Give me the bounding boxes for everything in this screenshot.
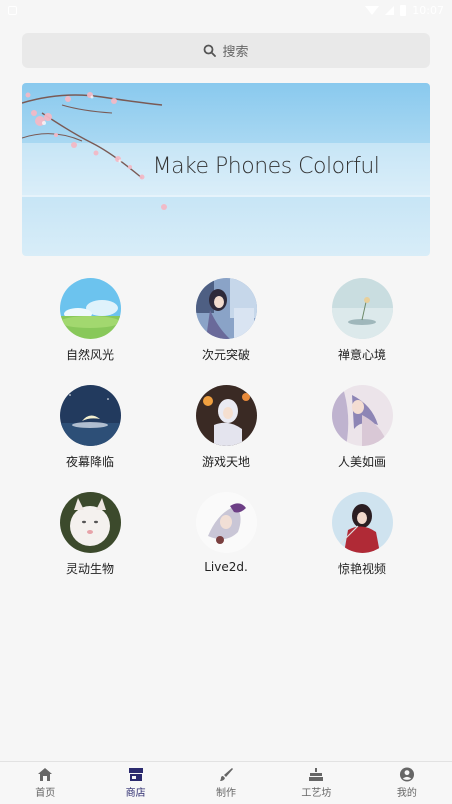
category-label: 灵动生物 xyxy=(65,562,114,576)
category-label: 次元突破 xyxy=(201,348,250,362)
nature-thumbnail xyxy=(59,278,121,339)
search-bar[interactable]: 搜索 xyxy=(22,33,430,68)
category-night[interactable]: 夜幕降临 xyxy=(22,385,158,472)
tab-workshop-label: 工艺坊 xyxy=(301,788,332,799)
category-game[interactable]: 游戏天地 xyxy=(158,385,294,472)
cake-icon xyxy=(308,767,324,782)
category-label: Live2d. xyxy=(204,560,248,574)
game-thumbnail xyxy=(195,385,257,446)
anime-thumbnail xyxy=(195,278,257,339)
tab-create-label: 制作 xyxy=(216,788,237,799)
night-thumbnail xyxy=(59,385,121,446)
category-video[interactable]: 惊艳视频 xyxy=(294,492,430,579)
status-time: 10:07 xyxy=(412,3,444,17)
category-nature[interactable]: 自然风光 xyxy=(22,278,158,365)
tab-home-label: 首页 xyxy=(35,788,56,799)
status-left xyxy=(8,5,17,15)
tab-store-label: 商店 xyxy=(125,788,146,799)
category-live2d[interactable]: Live2d. xyxy=(158,492,294,579)
tab-workshop[interactable]: 工艺坊 xyxy=(271,762,361,804)
battery-icon xyxy=(400,4,407,16)
search-icon xyxy=(203,44,217,57)
bottom-tab-bar: 首页 商店 制作 工艺坊 我的 xyxy=(0,761,452,804)
status-bar: 10:07 xyxy=(0,0,452,20)
status-right: 10:07 xyxy=(365,4,444,17)
category-zen[interactable]: 禅意心境 xyxy=(294,278,430,365)
category-portrait[interactable]: 人美如画 xyxy=(294,385,430,472)
banner-title: Make Phones Colorful xyxy=(152,154,380,179)
live2d-thumbnail xyxy=(195,492,257,553)
category-label: 惊艳视频 xyxy=(337,562,386,576)
tab-create[interactable]: 制作 xyxy=(181,762,271,804)
tab-store[interactable]: 商店 xyxy=(90,762,180,804)
banner[interactable]: Make Phones Colorful xyxy=(22,83,430,256)
category-label: 自然风光 xyxy=(65,348,114,362)
account-icon xyxy=(399,767,415,782)
category-anime[interactable]: 次元突破 xyxy=(158,278,294,365)
store-icon xyxy=(128,767,144,782)
category-label: 人美如画 xyxy=(337,455,386,469)
category-grid: 自然风光 次元突破 禅意心境 夜幕降临 游戏天地 人美如画 灵动生物 Live2… xyxy=(22,278,430,579)
brush-icon xyxy=(218,767,234,782)
wifi-icon xyxy=(365,5,380,15)
category-label: 夜幕降临 xyxy=(65,455,114,469)
signal-icon xyxy=(385,5,395,15)
notification-icon xyxy=(8,5,17,15)
category-creatures[interactable]: 灵动生物 xyxy=(22,492,158,579)
category-label: 游戏天地 xyxy=(201,455,250,469)
cherry-blossom-branch xyxy=(22,92,167,210)
zen-thumbnail xyxy=(331,278,393,339)
home-icon xyxy=(37,767,53,782)
tab-home[interactable]: 首页 xyxy=(0,762,90,804)
tab-mine-label: 我的 xyxy=(396,788,417,799)
portrait-thumbnail xyxy=(331,385,393,446)
tab-mine[interactable]: 我的 xyxy=(362,762,452,804)
video-thumbnail xyxy=(331,492,393,553)
kitten-thumbnail xyxy=(59,492,121,553)
search-label: 搜索 xyxy=(222,45,249,60)
category-label: 禅意心境 xyxy=(337,348,386,362)
